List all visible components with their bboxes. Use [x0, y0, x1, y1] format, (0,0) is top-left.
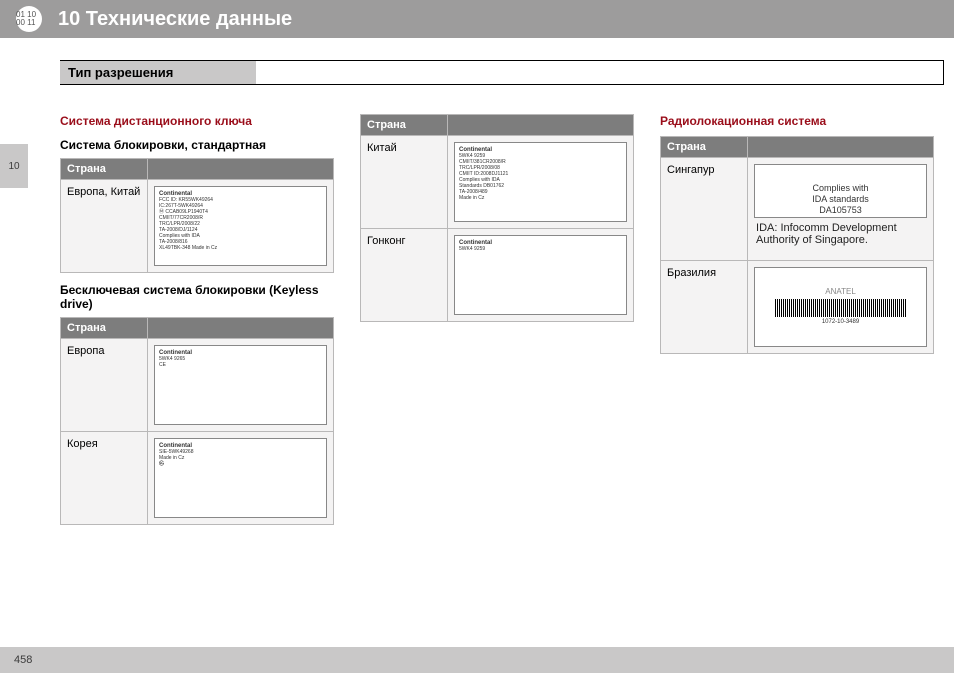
th-country: Страна [61, 318, 148, 339]
label-lines: 5WK4 9259 [459, 246, 622, 252]
th-empty [748, 137, 933, 158]
page-header: 01 10 00 11 10 Технические данные [0, 0, 954, 38]
cell-label: Continental 5WK4 9259 [448, 229, 633, 321]
col1-sub1: Система блокировки, стандартная [60, 138, 334, 152]
label-lines: SIE-5WK49268 Made in Cz ㉿ [159, 449, 322, 467]
th-country: Страна [361, 115, 448, 136]
page-footer: 458 [0, 647, 954, 673]
chapter-side-tab: 10 [0, 144, 28, 188]
th-empty [148, 318, 333, 339]
compliance-label: Continental FCC ID: KR55WK49264 IC:267T-… [154, 186, 327, 266]
label-lines: 5WK4 9265 CE [159, 356, 322, 368]
anatel-block: ANATEL 1072-10-3489 [759, 272, 922, 342]
compliance-label: ANATEL 1072-10-3489 [754, 267, 927, 347]
table-row: Гонконг Continental 5WK4 9259 [361, 229, 633, 321]
column-1: Система дистанционного ключа Система бло… [60, 104, 334, 643]
anatel-logo: ANATEL [825, 289, 856, 295]
table-row: Европа Continental 5WK4 9265 CE [61, 339, 333, 432]
label-lines: FCC ID: KR55WK49264 IC:267T-5WK49264 Ⓜ C… [159, 197, 322, 251]
compliance-label: Complies with IDA standards DA105753 [754, 164, 927, 218]
cell-country: Китай [361, 136, 448, 229]
th-empty [448, 115, 633, 136]
compliance-label: Continental 5WK4 9259 [454, 235, 627, 315]
column-3: Радиолокационная система Страна Сингапур… [660, 104, 934, 643]
table-header-row: Страна [61, 159, 333, 180]
cell-label: Complies with IDA standards DA105753 IDA… [748, 158, 933, 261]
cell-label: Continental 5WK4 9259 CMIIT/381CR2008/R … [448, 136, 633, 229]
page-title: 10 Технические данные [58, 8, 292, 31]
ida-text: Complies with IDA standards DA105753 [759, 169, 922, 216]
header-chip-text: 01 10 00 11 [16, 11, 42, 27]
column-2: Страна Китай Continental 5WK4 9259 CMIIT… [360, 104, 634, 643]
chapter-side-tab-label: 10 [8, 161, 19, 172]
cell-label: ANATEL 1072-10-3489 [748, 261, 933, 353]
cell-label: Continental FCC ID: KR55WK49264 IC:267T-… [148, 180, 333, 272]
th-empty [148, 159, 333, 180]
anatel-code: 1072-10-3489 [822, 319, 859, 325]
page-number: 458 [14, 654, 32, 666]
th-country: Страна [61, 159, 148, 180]
cell-label: Continental SIE-5WK49268 Made in Cz ㉿ [148, 432, 333, 524]
label-lines: 5WK4 9259 CMIIT/381CR2008/R TRC/LPR/2008… [459, 153, 622, 201]
cell-country: Гонконг [361, 229, 448, 321]
th-country: Страна [661, 137, 748, 158]
cell-country: Корея [61, 432, 148, 524]
section-header-box: Тип разрешения [60, 60, 944, 85]
compliance-label: Continental 5WK4 9265 CE [154, 345, 327, 425]
col1-table1: Страна Европа, Китай Continental FCC ID:… [60, 158, 334, 273]
table-row: Европа, Китай Continental FCC ID: KR55WK… [61, 180, 333, 272]
col3-heading: Радиолокационная система [660, 114, 934, 128]
table-row: Корея Continental SIE-5WK49268 Made in C… [61, 432, 333, 524]
cell-country: Бразилия [661, 261, 748, 353]
table-row: Бразилия ANATEL 1072-10-3489 [661, 261, 933, 353]
cell-country: Сингапур [661, 158, 748, 261]
cell-country: Европа, Китай [61, 180, 148, 272]
table-header-row: Страна [361, 115, 633, 136]
header-chip-icon: 01 10 00 11 [16, 6, 42, 32]
col3-table: Страна Сингапур Complies with IDA standa… [660, 136, 934, 354]
content-columns: Система дистанционного ключа Система бло… [60, 104, 934, 643]
col1-table2: Страна Европа Continental 5WK4 9265 CE К… [60, 317, 334, 525]
table-header-row: Страна [61, 318, 333, 339]
compliance-label: Continental 5WK4 9259 CMIIT/381CR2008/R … [454, 142, 627, 222]
col1-heading: Система дистанционного ключа [60, 114, 334, 128]
table-header-row: Страна [661, 137, 933, 158]
anatel-name: ANATEL [825, 287, 856, 296]
barcode-icon [775, 299, 905, 317]
table-row: Китай Continental 5WK4 9259 CMIIT/381CR2… [361, 136, 633, 229]
section-title: Тип разрешения [60, 61, 256, 84]
table-row: Сингапур Complies with IDA standards DA1… [661, 158, 933, 261]
col2-table: Страна Китай Continental 5WK4 9259 CMIIT… [360, 114, 634, 322]
col1-sub2: Бесключевая система блокировки (Keyless … [60, 283, 334, 311]
ida-note: IDA: Infocomm Development Authority of S… [754, 218, 927, 254]
cell-label: Continental 5WK4 9265 CE [148, 339, 333, 432]
compliance-label: Continental SIE-5WK49268 Made in Cz ㉿ [154, 438, 327, 518]
cell-country: Европа [61, 339, 148, 432]
